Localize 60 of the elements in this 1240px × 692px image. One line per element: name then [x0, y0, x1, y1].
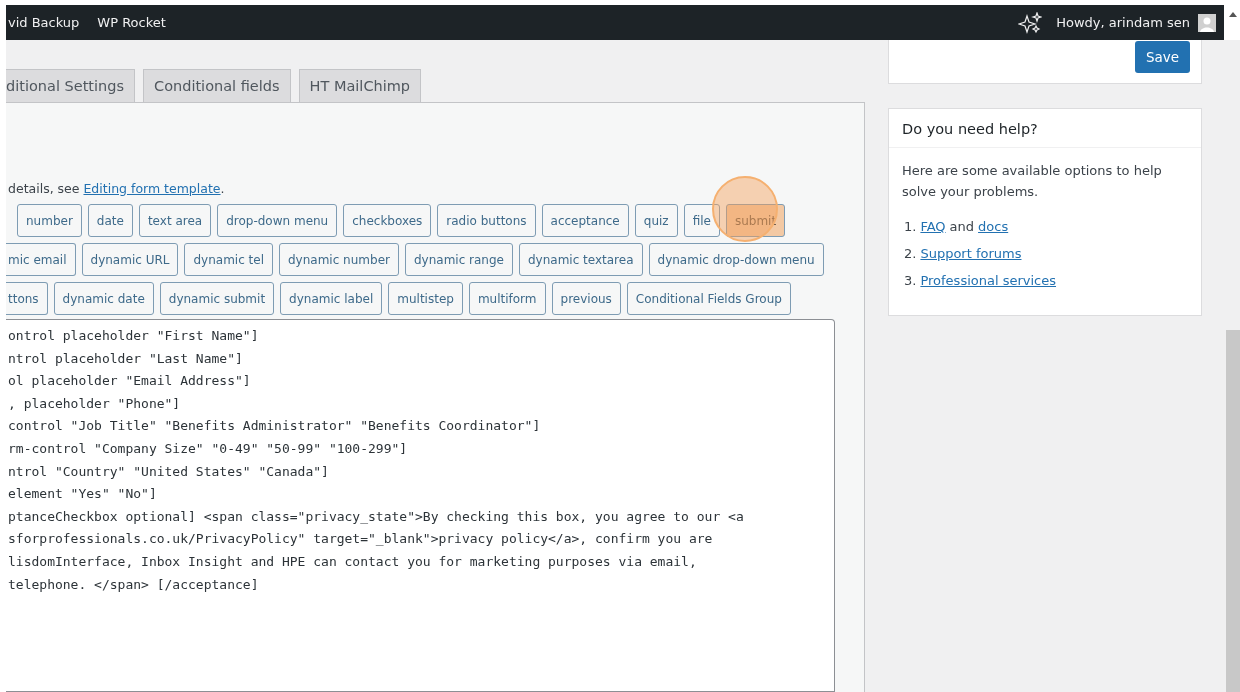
help-text: details, see Editing form template.: [8, 181, 226, 196]
help-link[interactable]: docs: [978, 216, 1009, 237]
code-line: ntrol "Country" "United States" "Canada"]: [8, 462, 330, 481]
tag-button[interactable]: checkboxes: [343, 204, 432, 237]
user-greeting[interactable]: Howdy, arindam sen: [1056, 15, 1190, 30]
scrollbar-thumb[interactable]: [1226, 330, 1240, 692]
help-description: Here are some available options to help solve your problems.: [902, 162, 1163, 201]
scroll-up-icon[interactable]: [1229, 12, 1237, 17]
tag-button[interactable]: dynamic drop-down menu: [648, 243, 824, 276]
tag-button[interactable]: dynamic number: [279, 243, 399, 276]
admin-menu-item[interactable]: WP Rocket: [97, 15, 166, 30]
help-link[interactable]: FAQ: [920, 216, 946, 237]
tag-button[interactable]: dynamic URL: [81, 243, 179, 276]
tag-button[interactable]: ttons: [6, 282, 48, 315]
code-line: ntrol placeholder "Last Name"]: [8, 349, 244, 368]
tag-button[interactable]: date: [87, 204, 133, 237]
list-number: 2.: [904, 245, 917, 263]
list-number: 3.: [904, 272, 917, 290]
tag-button[interactable]: Conditional Fields Group: [626, 282, 791, 315]
tag-button[interactable]: mic email: [6, 243, 76, 276]
tag-button[interactable]: drop-down menu: [217, 204, 338, 237]
code-line: , placeholder "Phone"]: [8, 394, 182, 413]
code-line: ptanceCheckbox optional] <span class="privacy_state">By checking this box, you agree to our <a: [8, 507, 745, 526]
tag-button[interactable]: text area: [138, 204, 212, 237]
code-line: lisdomInterface, Inbox Insight and HPE can contact you for marketing purposes via email,: [8, 552, 698, 571]
tab[interactable]: HT MailChimp: [298, 69, 422, 102]
avatar-icon[interactable]: [1198, 13, 1216, 32]
list-number: 1.: [904, 218, 917, 236]
code-line: sforprofessionals.co.uk/PrivacyPolicy" target="_blank">privacy policy</a>, confirm you are: [8, 530, 714, 549]
tag-button[interactable]: multistep: [388, 282, 463, 315]
tag-button[interactable]: dynamic tel: [184, 243, 273, 276]
tag-button[interactable]: radio buttons: [437, 204, 536, 237]
tag-button[interactable]: dynamic submit: [159, 282, 275, 315]
sparkle-icon[interactable]: [1018, 11, 1043, 34]
tag-button[interactable]: multiform: [468, 282, 546, 315]
tag-button[interactable]: quiz: [634, 204, 678, 237]
tag-button[interactable]: dynamic range: [404, 243, 513, 276]
code-line: rm-control "Company Size" "0-49" "50-99" "100-299"]: [8, 439, 409, 458]
code-line: ontrol placeholder "First Name"]: [8, 327, 260, 345]
tag-button[interactable]: dynamic textarea: [518, 243, 643, 276]
tag-button[interactable]: file: [683, 204, 720, 237]
tab[interactable]: ditional Settings: [6, 69, 135, 102]
editing-template-link[interactable]: Editing form template: [83, 181, 221, 196]
code-line: telephone. </span> [/acceptance]: [8, 575, 260, 594]
tab[interactable]: Conditional fields: [143, 69, 291, 102]
tag-button[interactable]: acceptance: [541, 204, 629, 237]
admin-menu-item[interactable]: vid Backup: [8, 15, 80, 30]
help-text: and: [949, 218, 975, 236]
help-title: Do you need help?: [889, 109, 1201, 148]
help-link[interactable]: Professional services: [920, 270, 1056, 291]
code-line: control "Job Title" "Benefits Administrator" "Benefits Coordinator"]: [8, 417, 542, 436]
tag-button[interactable]: dynamic date: [53, 282, 154, 315]
code-line: element "Yes" "No"]: [8, 485, 158, 504]
code-line: ol placeholder "Email Address"]: [8, 372, 252, 391]
form-template-editor[interactable]: [6, 319, 835, 692]
save-button[interactable]: Save: [1135, 41, 1190, 73]
tag-button[interactable]: number: [17, 204, 82, 237]
tag-button[interactable]: previous: [551, 282, 621, 315]
help-link[interactable]: Support forums: [920, 243, 1022, 264]
tag-button[interactable]: dynamic label: [280, 282, 383, 315]
